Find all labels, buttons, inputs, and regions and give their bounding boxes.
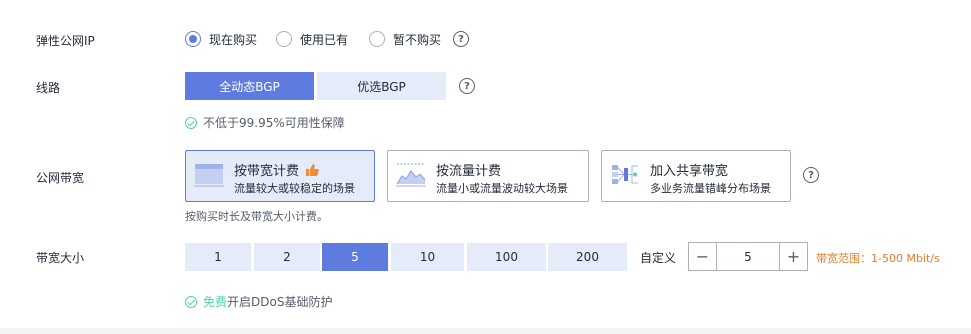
ddos-text: 开启DDoS基础防护 — [227, 295, 333, 309]
plus-button[interactable]: + — [779, 243, 807, 270]
bandwidth-label: 公网带宽 — [36, 171, 85, 185]
radio-dot — [185, 31, 201, 47]
route-label: 线路 — [36, 81, 61, 95]
size-option-100[interactable]: 100 — [467, 243, 546, 271]
check-circle-icon — [185, 295, 197, 308]
minus-button[interactable]: − — [689, 243, 717, 270]
radio-dot — [276, 31, 292, 47]
size-option-200[interactable]: 200 — [548, 243, 627, 271]
radio-buy-now-label: 现在购买 — [209, 32, 258, 47]
radio-use-existing-label: 使用已有 — [300, 32, 349, 47]
radio-not-buy[interactable]: 暂不购买 — [369, 30, 441, 48]
route-option-full-bgp[interactable]: 全动态BGP — [185, 72, 314, 100]
card-shared-bandwidth-desc: 多业务流量错峰分布场景 — [650, 182, 771, 195]
radio-buy-now[interactable]: 现在购买 — [185, 30, 257, 48]
card-by-bandwidth-desc: 流量较大或较稳定的场景 — [234, 182, 355, 195]
size-option-2[interactable]: 2 — [254, 243, 320, 271]
radio-dot — [369, 31, 385, 47]
card-shared-bandwidth[interactable]: 加入共享带宽 多业务流量错峰分布场景 — [601, 150, 791, 202]
card-by-traffic-desc: 流量小或流量波动较大场景 — [436, 182, 568, 195]
ddos-free-text: 免费 — [203, 295, 228, 309]
bandwidth-help-icon[interactable]: ? — [803, 167, 819, 183]
bandwidth-stepper: − + — [688, 242, 808, 271]
route-note: 不低于99.95%可用性保障 — [185, 114, 345, 131]
route-note-text: 不低于99.95%可用性保障 — [203, 116, 345, 130]
size-option-1[interactable]: 1 — [185, 243, 251, 271]
traffic-chart-icon — [396, 163, 426, 187]
billing-hint: 按购买时长及带宽大小计费。 — [185, 210, 328, 223]
card-by-bandwidth[interactable]: 按带宽计费 流量较大或较稳定的场景 — [185, 150, 375, 202]
card-by-traffic-title: 按流量计费 — [436, 164, 502, 179]
radio-use-existing[interactable]: 使用已有 — [276, 30, 348, 48]
card-by-traffic[interactable]: 按流量计费 流量小或流量波动较大场景 — [387, 150, 589, 202]
size-option-10[interactable]: 10 — [391, 243, 464, 271]
size-label: 带宽大小 — [36, 251, 85, 265]
card-by-bandwidth-title: 按带宽计费 — [234, 160, 319, 179]
bottom-divider — [0, 328, 971, 334]
bandwidth-range: 带宽范围：1-500 Mbit/s — [816, 252, 940, 265]
bandwidth-chart-icon — [194, 164, 224, 187]
check-circle-icon — [185, 116, 197, 129]
eip-label: 弹性公网IP — [36, 34, 95, 48]
eip-help-icon[interactable]: ? — [453, 31, 469, 47]
custom-label: 自定义 — [640, 251, 677, 265]
ddos-note: 免费 开启DDoS基础防护 — [185, 293, 332, 310]
thumbs-up-icon — [306, 164, 319, 176]
radio-not-buy-label: 暂不购买 — [393, 32, 442, 47]
route-option-preferred-bgp[interactable]: 优选BGP — [317, 72, 446, 100]
shared-bandwidth-icon — [612, 165, 638, 184]
route-help-icon[interactable]: ? — [459, 78, 475, 94]
bandwidth-value-input[interactable] — [717, 243, 779, 270]
size-option-5[interactable]: 5 — [322, 243, 388, 271]
card-shared-bandwidth-title: 加入共享带宽 — [650, 164, 729, 179]
